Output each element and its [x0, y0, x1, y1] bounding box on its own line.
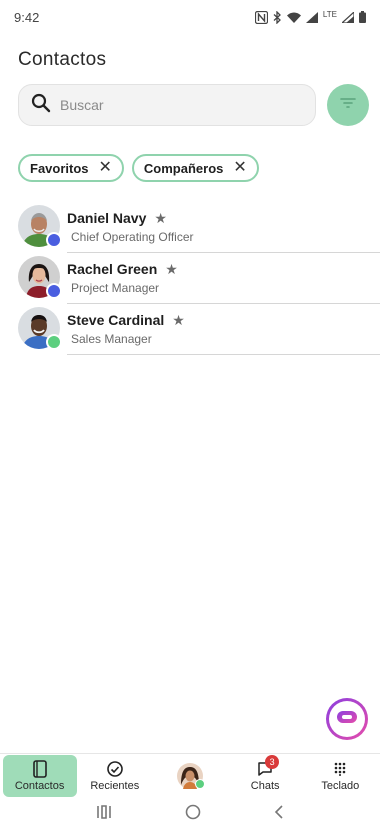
assistant-button[interactable] [326, 698, 368, 740]
contact-list: Daniel Navy ★ Chief Operating Officer Ra… [18, 203, 380, 356]
status-bar: 9:42 LTE [0, 0, 380, 34]
contacts-book-icon [32, 760, 47, 778]
contact-name: Steve Cardinal [67, 312, 165, 328]
tab-label: Teclado [321, 780, 360, 792]
presence-indicator [46, 334, 62, 350]
chat-bubble-icon: 3 [257, 755, 280, 778]
star-icon: ★ [165, 260, 178, 277]
avatar [18, 307, 62, 350]
star-icon: ★ [172, 311, 185, 328]
contact-role: Sales Manager [71, 332, 152, 346]
contacts-screen: 9:42 LTE Contactos Buscar Favoritos ✕ Co… [0, 0, 380, 825]
chip-companeros[interactable]: Compañeros ✕ [131, 154, 259, 182]
presence-indicator [46, 283, 62, 299]
avatar [176, 763, 205, 789]
close-icon[interactable]: ✕ [233, 160, 246, 176]
bottom-navigation: Contactos Recientes 3 Chats Teclado [0, 753, 380, 798]
system-navigation [0, 799, 380, 825]
contact-info: Steve Cardinal ★ Sales Manager [67, 305, 380, 355]
signal-icon [305, 11, 318, 23]
status-time: 9:42 [14, 9, 40, 25]
search-input[interactable] [60, 97, 303, 113]
page-title: Contactos [18, 49, 107, 70]
contact-row[interactable]: Daniel Navy ★ Chief Operating Officer [18, 203, 380, 254]
search-icon [31, 93, 51, 118]
unread-badge: 3 [265, 755, 280, 769]
contact-row[interactable]: Steve Cardinal ★ Sales Manager [18, 305, 380, 356]
tab-label: Chats [250, 780, 280, 792]
search-bar[interactable] [18, 84, 316, 126]
close-icon[interactable]: ✕ [99, 160, 112, 176]
keypad-icon [334, 760, 346, 778]
home-icon[interactable] [185, 804, 201, 820]
tab-profile[interactable] [153, 755, 227, 797]
tab-recientes[interactable]: Recientes [78, 755, 152, 797]
presence-indicator [194, 779, 205, 789]
contact-role: Project Manager [71, 281, 160, 295]
recents-icon [106, 760, 124, 778]
assistant-icon [336, 710, 358, 729]
avatar [18, 256, 62, 299]
battery-icon [359, 11, 366, 23]
chip-label: Favoritos [30, 160, 89, 176]
tab-contactos[interactable]: Contactos [2, 755, 77, 797]
network-type-label: LTE [322, 9, 337, 19]
tab-chats[interactable]: 3 Chats [228, 755, 302, 797]
chip-favoritos[interactable]: Favoritos ✕ [18, 154, 124, 182]
contact-row[interactable]: Rachel Green ★ Project Manager [18, 254, 380, 305]
recent-apps-icon[interactable] [96, 805, 112, 819]
contact-info: Rachel Green ★ Project Manager [67, 254, 380, 304]
status-icons: LTE [254, 9, 366, 24]
star-icon: ★ [154, 209, 167, 226]
tab-label: Contactos [14, 780, 65, 792]
filter-chips: Favoritos ✕ Compañeros ✕ [18, 154, 259, 182]
tab-label: Recientes [90, 780, 140, 792]
chip-label: Compañeros [143, 160, 224, 176]
contact-info: Daniel Navy ★ Chief Operating Officer [67, 203, 380, 253]
presence-indicator [46, 232, 62, 248]
avatar [18, 205, 62, 248]
contact-name: Rachel Green [67, 261, 158, 277]
tab-teclado[interactable]: Teclado [303, 755, 377, 797]
back-icon[interactable] [274, 805, 284, 819]
contact-role: Chief Operating Officer [71, 230, 194, 244]
filter-icon [340, 96, 356, 114]
filter-button[interactable] [327, 84, 369, 126]
signal-secondary-icon [342, 11, 354, 23]
bluetooth-icon [273, 10, 282, 24]
nfc-icon [254, 10, 268, 24]
wifi-icon [286, 12, 301, 23]
contact-name: Daniel Navy [67, 210, 147, 226]
